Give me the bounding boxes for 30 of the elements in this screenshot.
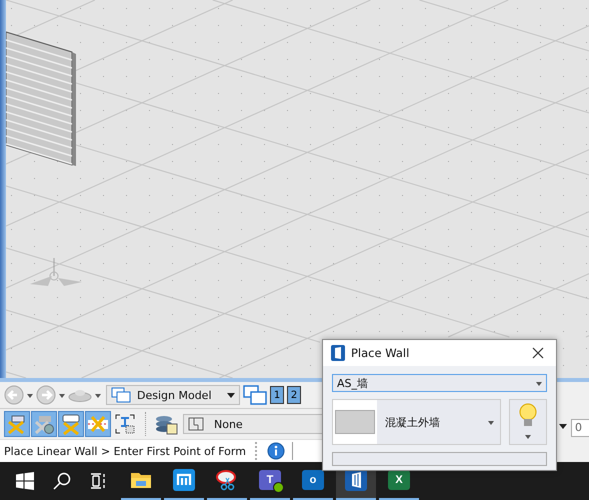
view-window-icon — [111, 387, 131, 403]
status-prompt: Place Linear Wall > Enter First Point of Form — [4, 444, 246, 458]
floor-plan-icon — [188, 417, 204, 431]
view-button[interactable]: 2 — [287, 386, 301, 404]
comment-tool-button[interactable] — [58, 411, 84, 437]
history-tool-button[interactable] — [31, 411, 57, 437]
layers-icon[interactable] — [154, 413, 178, 435]
model-dropdown[interactable]: Design Model — [106, 385, 240, 405]
app-icon — [331, 345, 345, 361]
input-field[interactable] — [332, 452, 547, 466]
info-icon[interactable] — [266, 442, 285, 460]
number-field[interactable]: 0 — [571, 419, 589, 437]
windows-start-icon[interactable] — [16, 472, 34, 490]
view-button[interactable]: 1 — [270, 386, 284, 404]
folder-icon — [130, 470, 152, 490]
scissors-icon — [216, 469, 238, 491]
search-icon[interactable] — [53, 472, 71, 490]
close-icon[interactable] — [532, 347, 544, 359]
axis-triad-icon — [30, 258, 82, 286]
beam-tool-button[interactable] — [4, 411, 30, 437]
lightbulb-icon — [519, 402, 537, 428]
browser-logo — [173, 469, 195, 491]
cut-tool-button[interactable] — [85, 411, 111, 437]
dialog-title: Place Wall — [351, 346, 410, 360]
view-windows-icon[interactable] — [243, 385, 267, 405]
wall-type-dropdown[interactable]: AS_墙 — [332, 374, 547, 392]
building-logo — [345, 469, 367, 491]
concrete-swatch-icon — [335, 410, 375, 434]
teams-app-button[interactable]: T — [250, 462, 290, 500]
material-dropdown[interactable]: 混凝土外墙 — [332, 399, 501, 445]
